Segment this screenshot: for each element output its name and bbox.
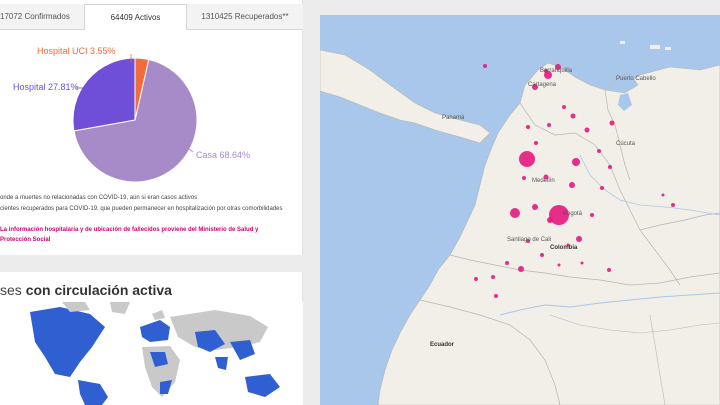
map-canvas (320, 41, 720, 405)
world-map (0, 302, 303, 405)
circulation-heading-prefix: ses (0, 282, 26, 298)
map-label-cartagena: Cartagena (528, 82, 557, 88)
footnote-deaths: onde a muertes no relacionadas con COVID… (0, 195, 198, 201)
map-label-ecuador: Ecuador (430, 342, 455, 348)
active-circulation-card: ses con circulación activa (0, 272, 303, 405)
footnote-recovered: cientes recuperados para COVID-19, que p… (0, 206, 283, 212)
hospital-status-card: 17072 Confirmados 64409 Activos 1310425 … (0, 0, 303, 255)
source-note-line1: La información hospitalaria y de ubicaci… (0, 227, 259, 233)
tab-confirmados[interactable]: 17072 Confirmados (0, 4, 84, 30)
map-label-colombia: Colombia (550, 245, 578, 251)
colombia-map[interactable]: Barranquilla Cartagena Cúcuta Medellín B… (320, 15, 720, 405)
circulation-heading-bold: con circulación activa (25, 282, 172, 298)
page: 17072 Confirmados 64409 Activos 1310425 … (0, 0, 720, 405)
pie-slice-1[interactable] (72, 57, 136, 132)
pie-label-hospital: Hospital 27.81% (13, 82, 79, 92)
case-tabs: 17072 Confirmados 64409 Activos 1310425 … (0, 4, 303, 30)
pie-label-casa: Casa 68.64% (196, 150, 251, 160)
tab-activos[interactable]: 64409 Activos (84, 4, 187, 30)
map-label-bogota: Bogotá (563, 211, 583, 217)
tab-recuperados[interactable]: 1310425 Recuperados** (187, 4, 303, 30)
pie-chart: Hospital UCI 3.55% Hospital 27.81% Casa … (0, 32, 303, 182)
map-label-panama: Panamá (442, 115, 465, 121)
map-label-medellin: Medellín (532, 178, 555, 184)
circulation-heading: ses con circulación activa (0, 282, 172, 298)
map-label-cali: Santiago de Cali (507, 237, 552, 243)
map-label-puerto-cabello: Puerto Cabello (616, 76, 656, 82)
pie-label-uci: Hospital UCI 3.55% (37, 46, 116, 56)
source-note-line2: Protección Social (0, 237, 51, 243)
map-label-cucuta: Cúcuta (616, 141, 636, 147)
map-label-barranquilla: Barranquilla (540, 68, 573, 74)
